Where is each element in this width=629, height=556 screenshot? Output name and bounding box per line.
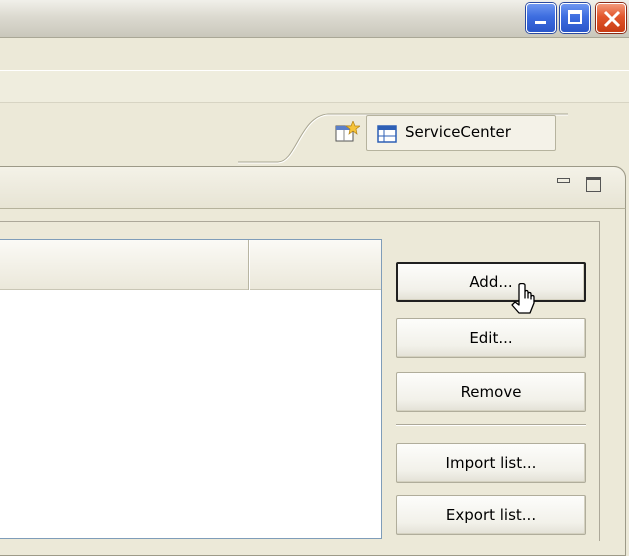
mouse-cursor-icon (511, 283, 535, 314)
open-perspective-button[interactable] (334, 120, 362, 145)
import-list-button[interactable]: Import list... (396, 443, 586, 483)
column-header-1[interactable] (0, 240, 250, 290)
close-icon (603, 10, 621, 28)
table-grid-icon (377, 125, 397, 143)
view-tab-bar (0, 166, 626, 209)
maximize-icon (568, 10, 582, 24)
remove-button[interactable]: Remove (396, 372, 586, 412)
perspective-label: ServiceCenter (405, 123, 511, 141)
edit-button[interactable]: Edit... (396, 318, 586, 358)
maximize-view-icon[interactable] (586, 177, 601, 192)
list-table[interactable] (0, 239, 382, 539)
open-perspective-icon (335, 120, 362, 142)
minimize-view-icon[interactable] (557, 178, 570, 183)
perspective-tab-servicecenter[interactable]: ServiceCenter (366, 115, 556, 151)
export-list-button[interactable]: Export list... (396, 495, 586, 535)
minimize-button[interactable] (526, 3, 556, 33)
minimize-icon (535, 21, 546, 24)
add-button[interactable]: Add... (396, 262, 586, 302)
maximize-button[interactable] (560, 3, 590, 33)
column-header-2[interactable] (250, 240, 381, 290)
table-header (0, 240, 381, 290)
close-button[interactable] (596, 3, 626, 33)
button-separator (396, 424, 586, 426)
menu-bar (0, 70, 629, 103)
